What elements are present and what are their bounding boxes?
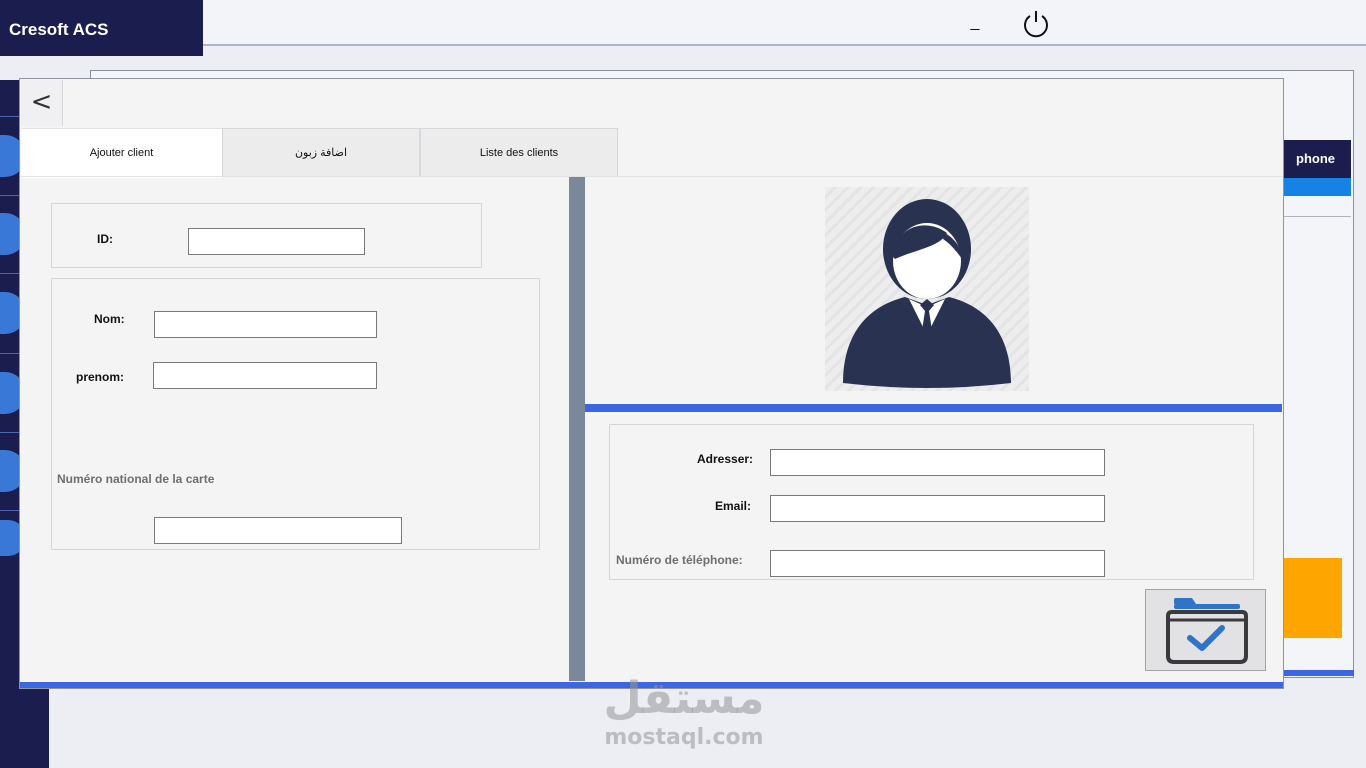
watermark-latin: mostaql.com (604, 725, 764, 750)
id-label: ID: (97, 232, 113, 246)
background-bottom-bar (1283, 670, 1354, 676)
national-card-label: Numéro national de la carte (57, 472, 215, 486)
tab-add-client-arabic[interactable]: اضافة زبون (222, 128, 420, 177)
minimize-button[interactable]: _ (967, 15, 983, 31)
add-client-dialog: < Ajouter client اضافة زبون Liste des cl… (19, 78, 1284, 689)
watermark: مستقل mostaql.com (598, 670, 770, 760)
folder-check-icon (1166, 598, 1248, 664)
prenom-label: prenom: (76, 370, 124, 384)
address-input[interactable] (770, 449, 1105, 476)
background-orange-button[interactable] (1283, 558, 1342, 638)
prenom-input[interactable] (153, 362, 377, 389)
phone-label: Numéro de téléphone: (616, 553, 743, 567)
tab-add-client[interactable]: Ajouter client (21, 128, 222, 178)
email-label: Email: (715, 499, 752, 513)
background-row-divider (1283, 216, 1351, 217)
email-input[interactable] (770, 495, 1105, 522)
nom-label: Nom: (94, 312, 125, 326)
background-selection-strip (1283, 178, 1351, 196)
tab-client-list[interactable]: Liste des clients (420, 128, 618, 177)
top-bar: _ (203, 0, 1366, 46)
save-button[interactable] (1145, 589, 1266, 671)
tab-divider (21, 176, 1283, 177)
panel-splitter[interactable] (569, 177, 585, 681)
accent-divider (585, 404, 1282, 412)
app-title-bar: Cresoft ACS (0, 0, 203, 56)
watermark-arabic: مستقل (603, 673, 765, 724)
address-label: Adresser: (697, 452, 754, 466)
id-input[interactable] (188, 228, 365, 255)
background-column-header: phone (1283, 140, 1351, 178)
app-title: Cresoft ACS (9, 20, 109, 39)
back-button[interactable]: < (21, 80, 63, 126)
power-icon[interactable] (1021, 8, 1051, 38)
phone-input[interactable] (770, 550, 1105, 577)
user-avatar-icon (843, 199, 1011, 388)
nom-input[interactable] (154, 311, 377, 338)
national-card-input[interactable] (154, 517, 402, 544)
